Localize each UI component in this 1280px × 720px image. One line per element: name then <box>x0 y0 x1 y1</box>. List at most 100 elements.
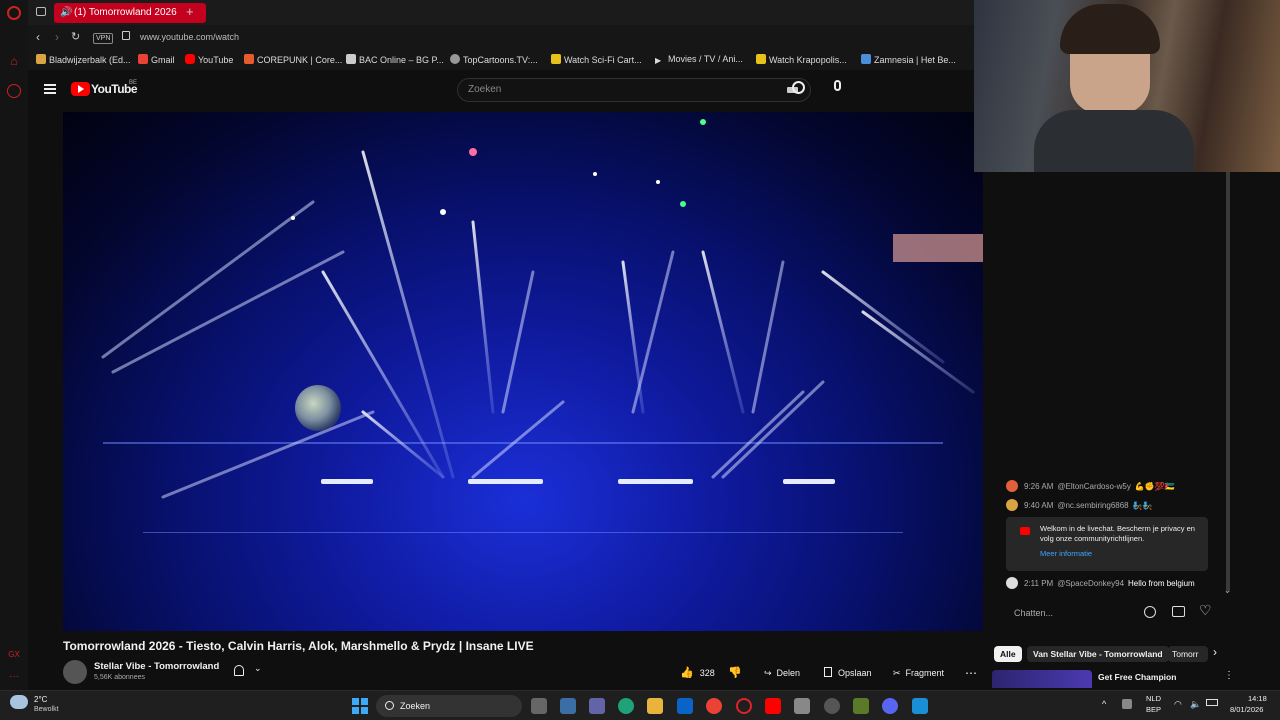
edge-icon[interactable] <box>618 698 634 714</box>
chat-input[interactable]: Chatten... <box>1014 608 1053 618</box>
speaker-icon: 🔊 <box>60 7 73 18</box>
forward-icon[interactable]: › <box>55 30 59 44</box>
new-tab-icon[interactable]: + <box>186 4 194 19</box>
bookmark-item[interactable]: Watch Sci-Fi Cart... <box>551 54 642 65</box>
avatar <box>1006 480 1018 492</box>
more-actions-icon[interactable]: ⋯ <box>965 664 977 682</box>
search-input[interactable]: Zoeken <box>457 78 811 102</box>
tab-youtube[interactable]: 🔊 (1) Tomorrowland 2026 <box>54 3 206 23</box>
folder-icon <box>36 54 46 64</box>
webcam-overlay <box>974 0 1280 172</box>
bac-icon <box>346 54 356 64</box>
address-bar: ‹ › ↻ VPN www.youtube.com/watch <box>28 25 974 50</box>
bell-icon[interactable] <box>234 665 244 676</box>
vpn-badge[interactable]: VPN <box>93 33 114 44</box>
bookmark-item[interactable]: Bladwijzerbalk (Ed... <box>36 54 131 65</box>
weather-desc: Bewolkt <box>34 706 59 713</box>
microphone-icon[interactable] <box>834 80 841 91</box>
widgets-icon[interactable] <box>560 698 576 714</box>
bookmark-item[interactable]: YouTube <box>185 54 233 65</box>
corepunk-icon <box>244 54 254 64</box>
bookmark-item[interactable]: ▶ Movies / TV / Ani... <box>655 54 743 66</box>
taskbar-search[interactable]: Zoeken <box>376 695 522 717</box>
chrome-icon[interactable] <box>706 698 722 714</box>
video-player[interactable] <box>63 112 983 631</box>
recommendation-thumbnail[interactable] <box>992 670 1092 688</box>
chat-scrollbar[interactable] <box>1226 172 1230 592</box>
heart-icon[interactable]: ♡ <box>1199 602 1212 619</box>
youtube-app-icon[interactable] <box>765 698 781 714</box>
excel-icon[interactable] <box>853 698 869 714</box>
youtube-logo-icon[interactable] <box>71 82 90 96</box>
back-icon[interactable]: ‹ <box>36 30 40 44</box>
url-field[interactable]: www.youtube.com/watch <box>140 32 239 42</box>
super-chat-icon[interactable] <box>1172 606 1185 617</box>
settings-icon[interactable] <box>824 698 840 714</box>
tray-chevron-icon[interactable]: ^ <box>1102 699 1106 709</box>
avatar <box>1006 577 1018 589</box>
youtube-icon <box>185 54 195 64</box>
search-placeholder: Zoeken <box>468 84 502 95</box>
channel-avatar[interactable] <box>63 660 87 684</box>
file-explorer-icon[interactable] <box>647 698 663 714</box>
dislike-button[interactable]: 👎 <box>728 664 742 682</box>
bookmark-item[interactable]: TopCartoons.TV:... <box>450 54 538 65</box>
weather-icon[interactable] <box>10 695 28 709</box>
chevron-right-icon[interactable]: › <box>1213 645 1217 659</box>
scroll-down-icon[interactable]: ⌄ <box>1224 586 1231 595</box>
messenger-icon[interactable]: ⌂ <box>7 54 21 68</box>
outlook-icon[interactable] <box>677 698 693 714</box>
task-view-icon[interactable] <box>531 698 547 714</box>
history-icon[interactable] <box>7 84 21 98</box>
clip-button[interactable]: ✂ Fragment <box>893 664 944 682</box>
channel-name[interactable]: Stellar Vibe - Tomorrowland <box>94 661 219 672</box>
chevron-down-icon[interactable]: ⌄ <box>254 663 262 674</box>
bookmark-item[interactable]: Watch Krapopolis... <box>756 54 847 65</box>
save-button[interactable]: Opslaan <box>824 664 872 682</box>
shirt <box>1034 110 1194 172</box>
concert-scene <box>101 119 983 533</box>
tray-app-icon[interactable] <box>1122 699 1132 709</box>
share-icon: ↪ <box>764 668 772 678</box>
calculator-icon[interactable] <box>794 698 810 714</box>
photos-icon[interactable] <box>912 698 928 714</box>
bookmark-item[interactable]: Zamnesia | Het Be... <box>861 54 956 65</box>
learn-more-link[interactable]: Meer informatie <box>1040 549 1092 558</box>
search-icon <box>385 701 394 710</box>
emoji-icon[interactable] <box>1144 606 1156 618</box>
menu-icon[interactable] <box>44 84 56 94</box>
more-icon[interactable]: ··· <box>7 670 21 684</box>
like-button[interactable]: 👍 328 <box>680 664 715 682</box>
share-button[interactable]: ↪ Delen <box>764 664 800 682</box>
teams-icon[interactable] <box>589 698 605 714</box>
reload-icon[interactable]: ↻ <box>71 30 80 43</box>
recommendation-menu-icon[interactable]: ⋮ <box>1224 670 1234 681</box>
tab-menu-icon[interactable] <box>36 7 46 16</box>
opera-logo-icon[interactable] <box>7 6 21 20</box>
clock-time[interactable]: 14:18 <box>1248 694 1267 703</box>
gx-icon[interactable]: GX <box>7 648 21 662</box>
battery-icon[interactable] <box>1206 699 1218 706</box>
search-icon[interactable] <box>792 81 805 94</box>
lock-icon[interactable] <box>122 31 130 40</box>
keyboard-layout[interactable]: BEP <box>1146 705 1161 714</box>
bookmark-item[interactable]: COREPUNK | Core... <box>244 54 342 65</box>
bookmark-item[interactable]: Gmail <box>138 54 175 65</box>
bookmark-icon <box>824 667 832 677</box>
hair <box>1060 4 1160 54</box>
taskbar: 2°C Bewolkt Zoeken ^ NLD BEP ◠ 🔈 14:18 8… <box>0 690 1280 720</box>
clock-date[interactable]: 8/01/2026 <box>1230 705 1263 714</box>
chip-tomorrowland[interactable]: Tomorr <box>1168 646 1208 662</box>
youtube-header: YouTube BE Zoeken <box>28 70 974 110</box>
discord-icon[interactable] <box>882 698 898 714</box>
bookmark-item[interactable]: BAC Online – BG P... <box>346 54 444 65</box>
chip-all[interactable]: Alle <box>994 646 1022 662</box>
volume-icon[interactable]: 🔈 <box>1190 699 1201 710</box>
opera-gx-icon[interactable] <box>736 698 752 714</box>
wifi-icon[interactable]: ◠ <box>1174 699 1182 710</box>
language[interactable]: NLD <box>1146 694 1161 703</box>
windows-start-icon[interactable] <box>352 698 368 714</box>
chip-channel[interactable]: Van Stellar Vibe - Tomorrowland <box>1027 646 1169 662</box>
recommendation-title[interactable]: Get Free Champion <box>1098 672 1176 682</box>
tab-bar: 🔊 (1) Tomorrowland 2026 + <box>28 0 974 25</box>
